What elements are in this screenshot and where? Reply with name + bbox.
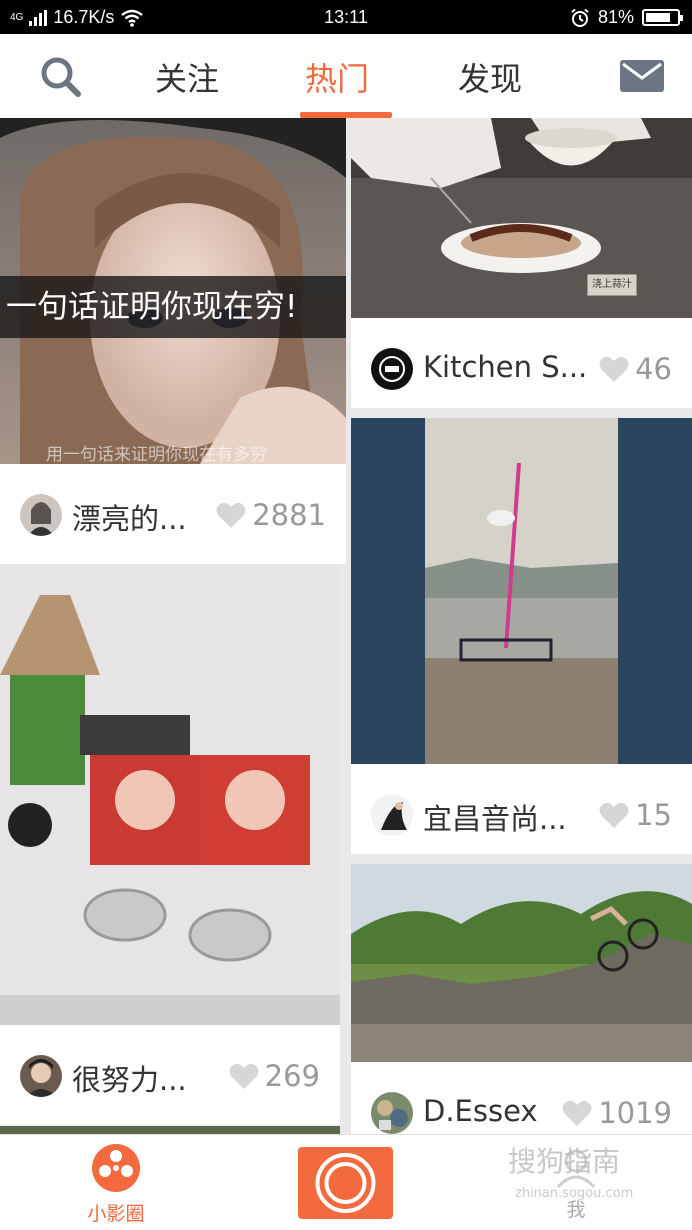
video-caption: 一句话证明你现在穷! (0, 276, 346, 338)
feed-card[interactable]: 宜昌音尚... 15 (351, 418, 692, 854)
feed-card[interactable]: 一句话证明你现在穷! 用一句话来证明你现在有多穷 漂亮的... 2881 (0, 118, 346, 564)
battery-percent: 81% (597, 7, 634, 27)
video-thumbnail[interactable] (351, 418, 692, 764)
heart-icon (562, 1100, 592, 1126)
tab-home-label: 小影圈 (87, 1203, 145, 1225)
avatar[interactable] (371, 348, 413, 390)
card-meta: 宜昌音尚... 15 (351, 764, 692, 854)
avatar[interactable] (371, 794, 413, 836)
avatar[interactable] (20, 494, 62, 536)
status-bar: 4G 16.7K/s 13:11 81% (0, 0, 692, 34)
feed-card[interactable] (0, 1126, 340, 1134)
video-thumbnail[interactable] (351, 864, 692, 1062)
status-right: 81% (570, 7, 683, 28)
like-number: 15 (635, 798, 672, 832)
record-button[interactable] (298, 1147, 393, 1219)
author-name[interactable]: 宜昌音尚... (423, 796, 567, 838)
like-count[interactable]: 15 (599, 798, 672, 832)
heart-icon (229, 1063, 259, 1089)
tab-hot[interactable]: 热门 (305, 54, 369, 100)
card-meta: 漂亮的... 2881 (0, 464, 346, 564)
author-name[interactable]: Kitchen S... (423, 350, 587, 384)
like-number: 269 (264, 1059, 320, 1093)
like-number: 2881 (252, 498, 326, 532)
author-name[interactable]: 很努力... (72, 1057, 187, 1099)
top-navigation: 关注 热门 发现 (0, 34, 692, 118)
video-feed[interactable]: 一句话证明你现在穷! 用一句话来证明你现在有多穷 漂亮的... 2881 很努力… (0, 118, 692, 1134)
dish-label: 浇上蒜汁 (587, 274, 637, 296)
tab-following[interactable]: 关注 (155, 54, 219, 100)
like-count[interactable]: 46 (599, 352, 672, 386)
battery-level (646, 13, 671, 22)
heart-icon (216, 502, 246, 528)
mail-icon[interactable] (620, 60, 664, 92)
like-count[interactable]: 2881 (216, 498, 326, 532)
heart-icon (599, 356, 629, 382)
watermark-url: zhinan.sogou.com (515, 1186, 634, 1201)
like-count[interactable]: 269 (229, 1059, 320, 1093)
avatar[interactable] (371, 1092, 413, 1134)
card-meta: D.Essex 1019 (351, 1062, 692, 1134)
feed-card[interactable]: 浇上蒜汁 Kitchen S... 46 (351, 118, 692, 408)
card-meta: 很努力... 269 (0, 1025, 340, 1125)
video-thumbnail[interactable]: 一句话证明你现在穷! 用一句话来证明你现在有多穷 (0, 118, 346, 464)
tab-discover[interactable]: 发现 (458, 54, 522, 100)
search-icon[interactable] (38, 54, 82, 98)
like-number: 46 (635, 352, 672, 386)
tab-home[interactable]: 小影圈 (80, 1143, 152, 1226)
video-subtitle: 用一句话来证明你现在有多穷 (46, 445, 267, 464)
battery-icon (642, 9, 683, 26)
video-thumbnail[interactable] (0, 565, 340, 1025)
video-thumbnail[interactable]: 浇上蒜汁 (351, 118, 692, 318)
record-icon (315, 1153, 376, 1213)
like-number: 1019 (598, 1096, 672, 1130)
like-count[interactable]: 1019 (562, 1096, 672, 1130)
film-reel-icon (92, 1144, 140, 1192)
author-name[interactable]: 漂亮的... (72, 496, 187, 538)
author-name[interactable]: D.Essex (423, 1094, 538, 1128)
avatar[interactable] (20, 1055, 62, 1097)
alarm-icon (571, 8, 589, 27)
heart-icon (599, 802, 629, 828)
watermark: 搜狗指南 (508, 1145, 621, 1178)
feed-card[interactable]: D.Essex 1019 (351, 864, 692, 1134)
feed-card[interactable]: 很努力... 269 (0, 565, 340, 1125)
card-meta: Kitchen S... 46 (351, 318, 692, 408)
